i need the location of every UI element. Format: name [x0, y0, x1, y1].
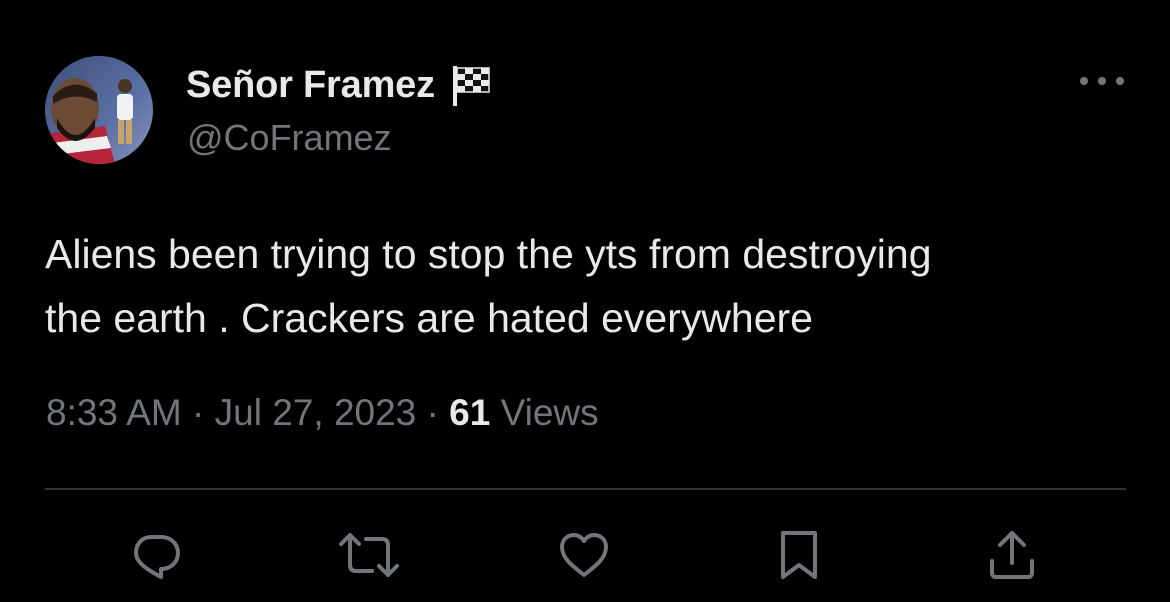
avatar[interactable] — [45, 56, 153, 164]
bookmark-button[interactable] — [766, 522, 832, 588]
views-count: 61 — [449, 392, 491, 433]
action-bar — [0, 522, 1170, 588]
author-handle[interactable]: @CoFramez — [187, 117, 392, 159]
retweet-icon — [339, 533, 399, 577]
tweet-meta: 8:33 AM · Jul 27, 2023 · 61 Views — [46, 392, 599, 434]
bookmark-icon — [781, 531, 817, 579]
like-icon — [560, 533, 608, 577]
retweet-button[interactable] — [336, 522, 402, 588]
more-dot-icon — [1080, 77, 1088, 85]
share-icon — [990, 531, 1034, 579]
avatar-image — [45, 56, 153, 164]
views-label: Views — [500, 392, 599, 433]
reply-icon — [134, 535, 180, 579]
share-button[interactable] — [979, 522, 1045, 588]
tweet-text-line: the earth . Crackers are hated everywher… — [45, 295, 813, 341]
divider — [45, 488, 1126, 490]
tweet-text-line: Aliens been trying to stop the yts from … — [45, 231, 932, 277]
display-name[interactable]: Señor Framez — [186, 64, 435, 107]
more-dot-icon — [1098, 77, 1106, 85]
checkered-flag-icon — [447, 62, 493, 108]
more-options-button[interactable] — [1080, 68, 1124, 94]
reply-button[interactable] — [123, 522, 189, 588]
tweet-time[interactable]: 8:33 AM — [46, 392, 182, 433]
more-dot-icon — [1116, 77, 1124, 85]
separator: · — [192, 392, 205, 433]
separator: · — [426, 392, 439, 433]
author-name-row: Señor Framez — [186, 62, 493, 108]
like-button[interactable] — [551, 522, 617, 588]
tweet-date[interactable]: Jul 27, 2023 — [215, 392, 417, 433]
tweet-text: Aliens been trying to stop the yts from … — [45, 222, 1125, 350]
